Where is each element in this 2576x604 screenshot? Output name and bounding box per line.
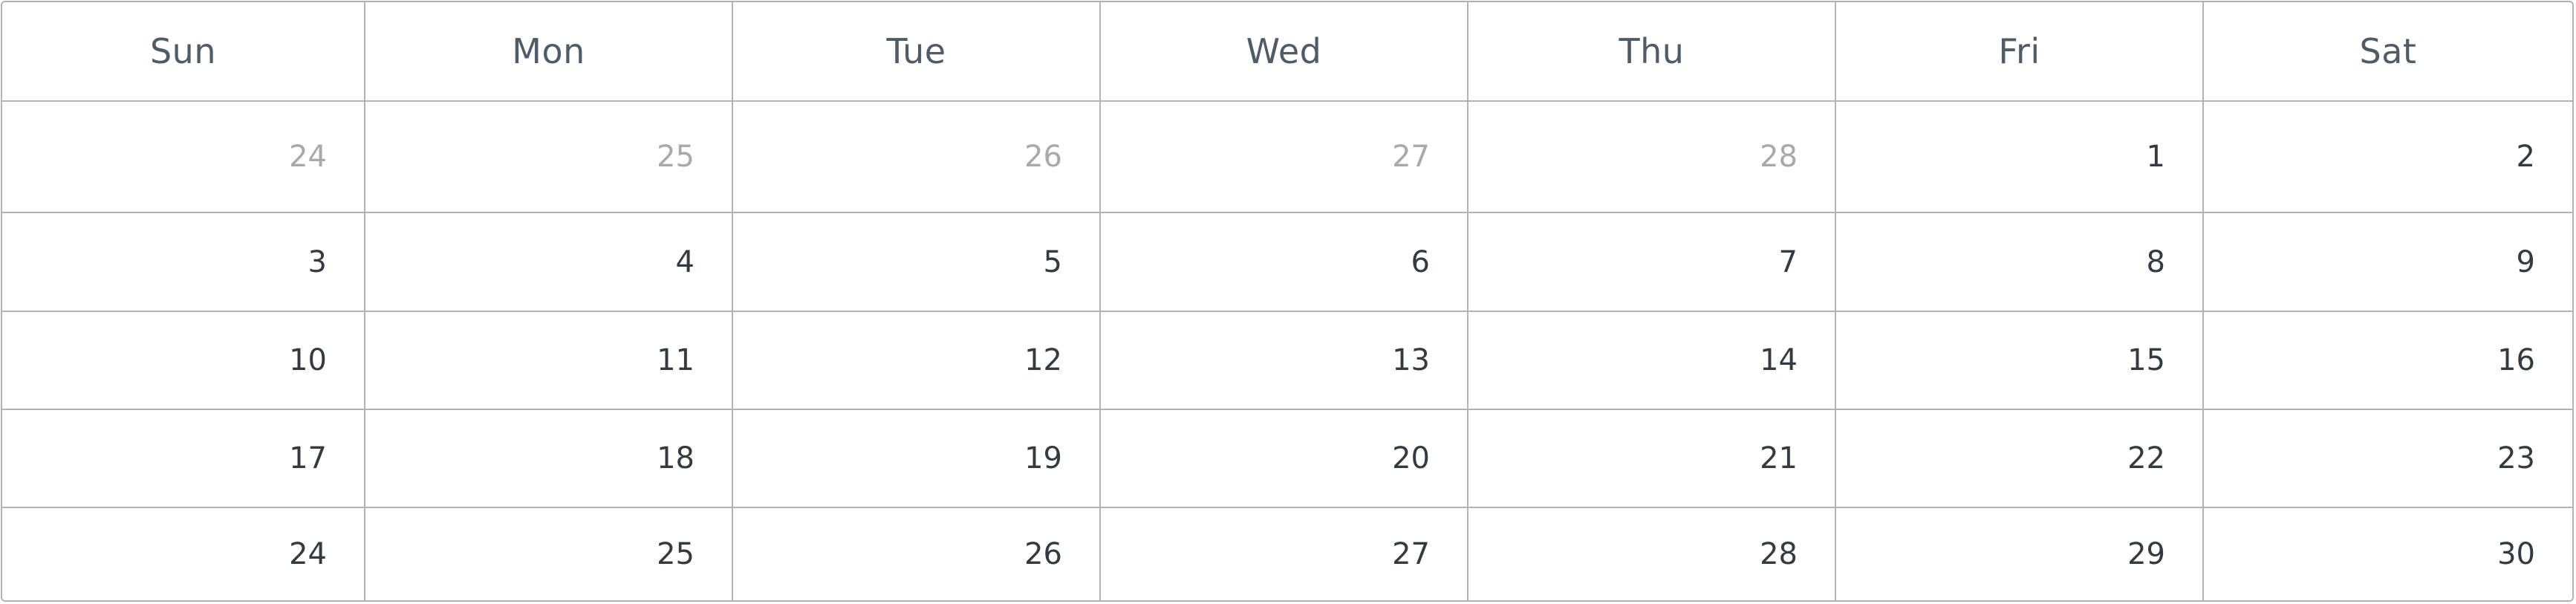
- day-cell[interactable]: 14: [1468, 312, 1836, 410]
- weekday-header-mon: Mon: [365, 2, 733, 102]
- day-cell[interactable]: 28: [1468, 508, 1836, 600]
- weekday-header-fri: Fri: [1836, 2, 2204, 102]
- day-cell[interactable]: 27: [1101, 508, 1468, 600]
- day-cell[interactable]: 11: [365, 312, 733, 410]
- day-cell[interactable]: 6: [1101, 213, 1468, 312]
- weekday-header-wed: Wed: [1101, 2, 1468, 102]
- day-cell[interactable]: 29: [1836, 508, 2204, 600]
- weekday-header-tue: Tue: [733, 2, 1101, 102]
- day-cell[interactable]: 19: [733, 410, 1101, 508]
- weekday-header-sat: Sat: [2204, 2, 2572, 102]
- day-cell[interactable]: 28: [1468, 102, 1836, 213]
- day-cell[interactable]: 22: [1836, 410, 2204, 508]
- day-cell[interactable]: 15: [1836, 312, 2204, 410]
- day-cell[interactable]: 20: [1101, 410, 1468, 508]
- day-cell[interactable]: 26: [733, 508, 1101, 600]
- day-cell[interactable]: 25: [365, 508, 733, 600]
- weekday-header-sun: Sun: [2, 2, 365, 102]
- month-calendar: Sun Mon Tue Wed Thu Fri Sat 24 25 26 27 …: [1, 1, 2574, 602]
- day-cell[interactable]: 7: [1468, 213, 1836, 312]
- day-cell[interactable]: 5: [733, 213, 1101, 312]
- day-cell[interactable]: 8: [1836, 213, 2204, 312]
- day-cell[interactable]: 17: [2, 410, 365, 508]
- day-cell[interactable]: 4: [365, 213, 733, 312]
- day-cell[interactable]: 2: [2204, 102, 2572, 213]
- day-cell[interactable]: 27: [1101, 102, 1468, 213]
- day-cell[interactable]: 26: [733, 102, 1101, 213]
- day-cell[interactable]: 24: [2, 508, 365, 600]
- weekday-header-thu: Thu: [1468, 2, 1836, 102]
- day-cell[interactable]: 13: [1101, 312, 1468, 410]
- day-cell[interactable]: 3: [2, 213, 365, 312]
- day-cell[interactable]: 1: [1836, 102, 2204, 213]
- day-cell[interactable]: 23: [2204, 410, 2572, 508]
- day-cell[interactable]: 24: [2, 102, 365, 213]
- day-cell[interactable]: 25: [365, 102, 733, 213]
- day-cell[interactable]: 16: [2204, 312, 2572, 410]
- day-cell[interactable]: 18: [365, 410, 733, 508]
- day-cell[interactable]: 12: [733, 312, 1101, 410]
- day-cell[interactable]: 9: [2204, 213, 2572, 312]
- day-cell[interactable]: 21: [1468, 410, 1836, 508]
- day-cell[interactable]: 10: [2, 312, 365, 410]
- day-cell[interactable]: 30: [2204, 508, 2572, 600]
